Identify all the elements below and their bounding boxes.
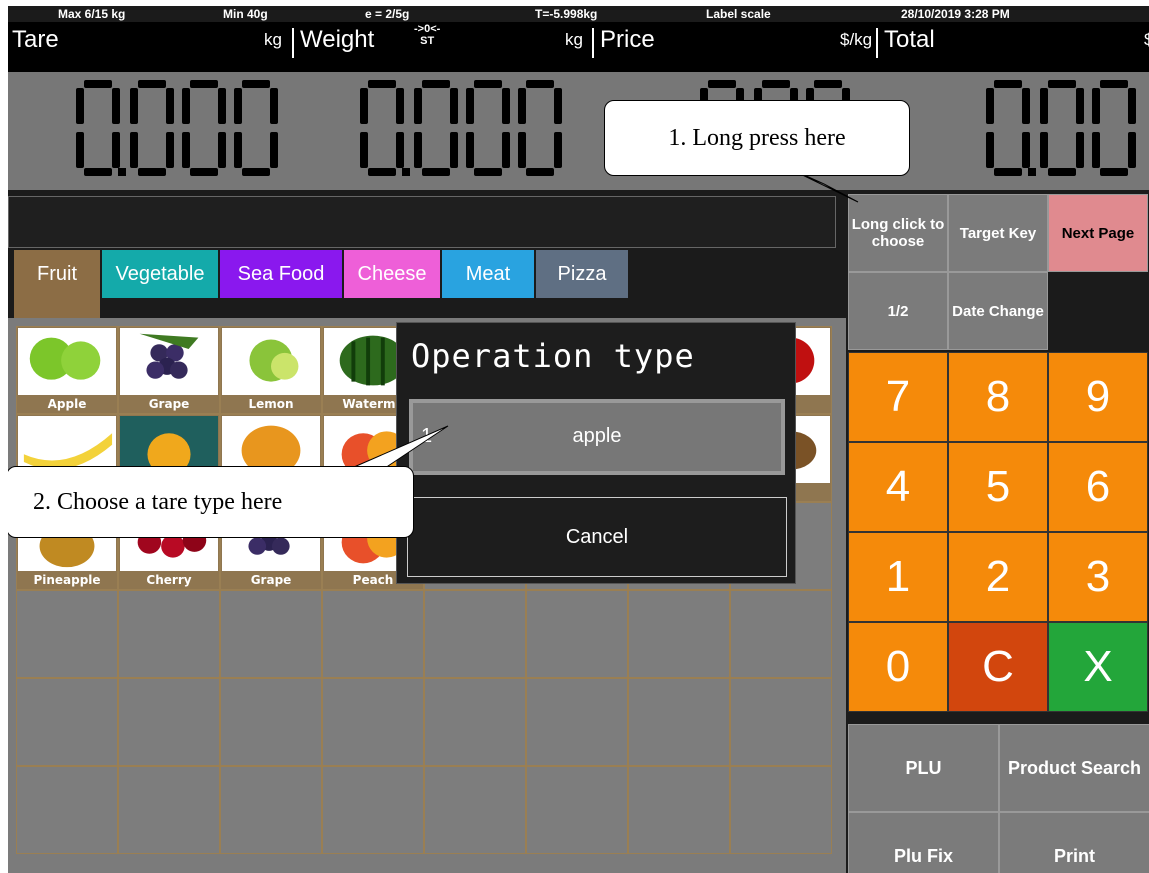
callout-choose-tare: 2. Choose a tare type here <box>8 466 414 538</box>
callout-long-press: 1. Long press here <box>604 100 910 176</box>
scale-app: Max 6/15 kg Min 40g e = 2/5g T=-5.998kg … <box>8 6 1149 873</box>
callout-pointers <box>337 165 859 475</box>
